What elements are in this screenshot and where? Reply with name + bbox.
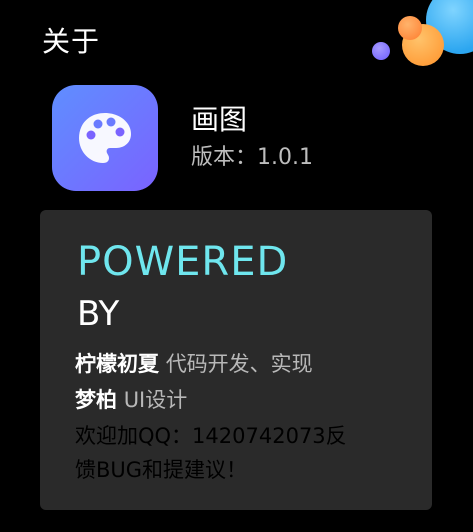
app-version: 版本：1.0.1	[191, 145, 313, 170]
page-title: 关于	[42, 25, 101, 58]
credits-card: POWERED BY 柠檬初夏 代码开发、实现 梦柏 UI设计 欢迎加QQ：14…	[40, 210, 432, 510]
palette-icon	[79, 113, 131, 163]
designer-name: 梦柏	[75, 388, 117, 412]
contact-line-continued: 馈BUG和提建议！	[75, 458, 248, 482]
app-name: 画图	[191, 103, 248, 136]
designer-credit: 梦柏 UI设计	[75, 385, 187, 415]
designer-role: UI设计	[123, 388, 188, 412]
app-icon	[52, 85, 158, 191]
decorative-small-orange-circle	[398, 16, 422, 40]
developer-credit: 柠檬初夏 代码开发、实现	[75, 349, 313, 379]
contact-line: 欢迎加QQ：1420742073反	[75, 424, 347, 448]
by-heading: BY	[77, 294, 120, 334]
powered-heading: POWERED	[77, 239, 289, 285]
developer-role: 代码开发、实现	[165, 352, 313, 376]
decorative-purple-dot	[372, 42, 390, 60]
developer-name: 柠檬初夏	[75, 352, 159, 376]
